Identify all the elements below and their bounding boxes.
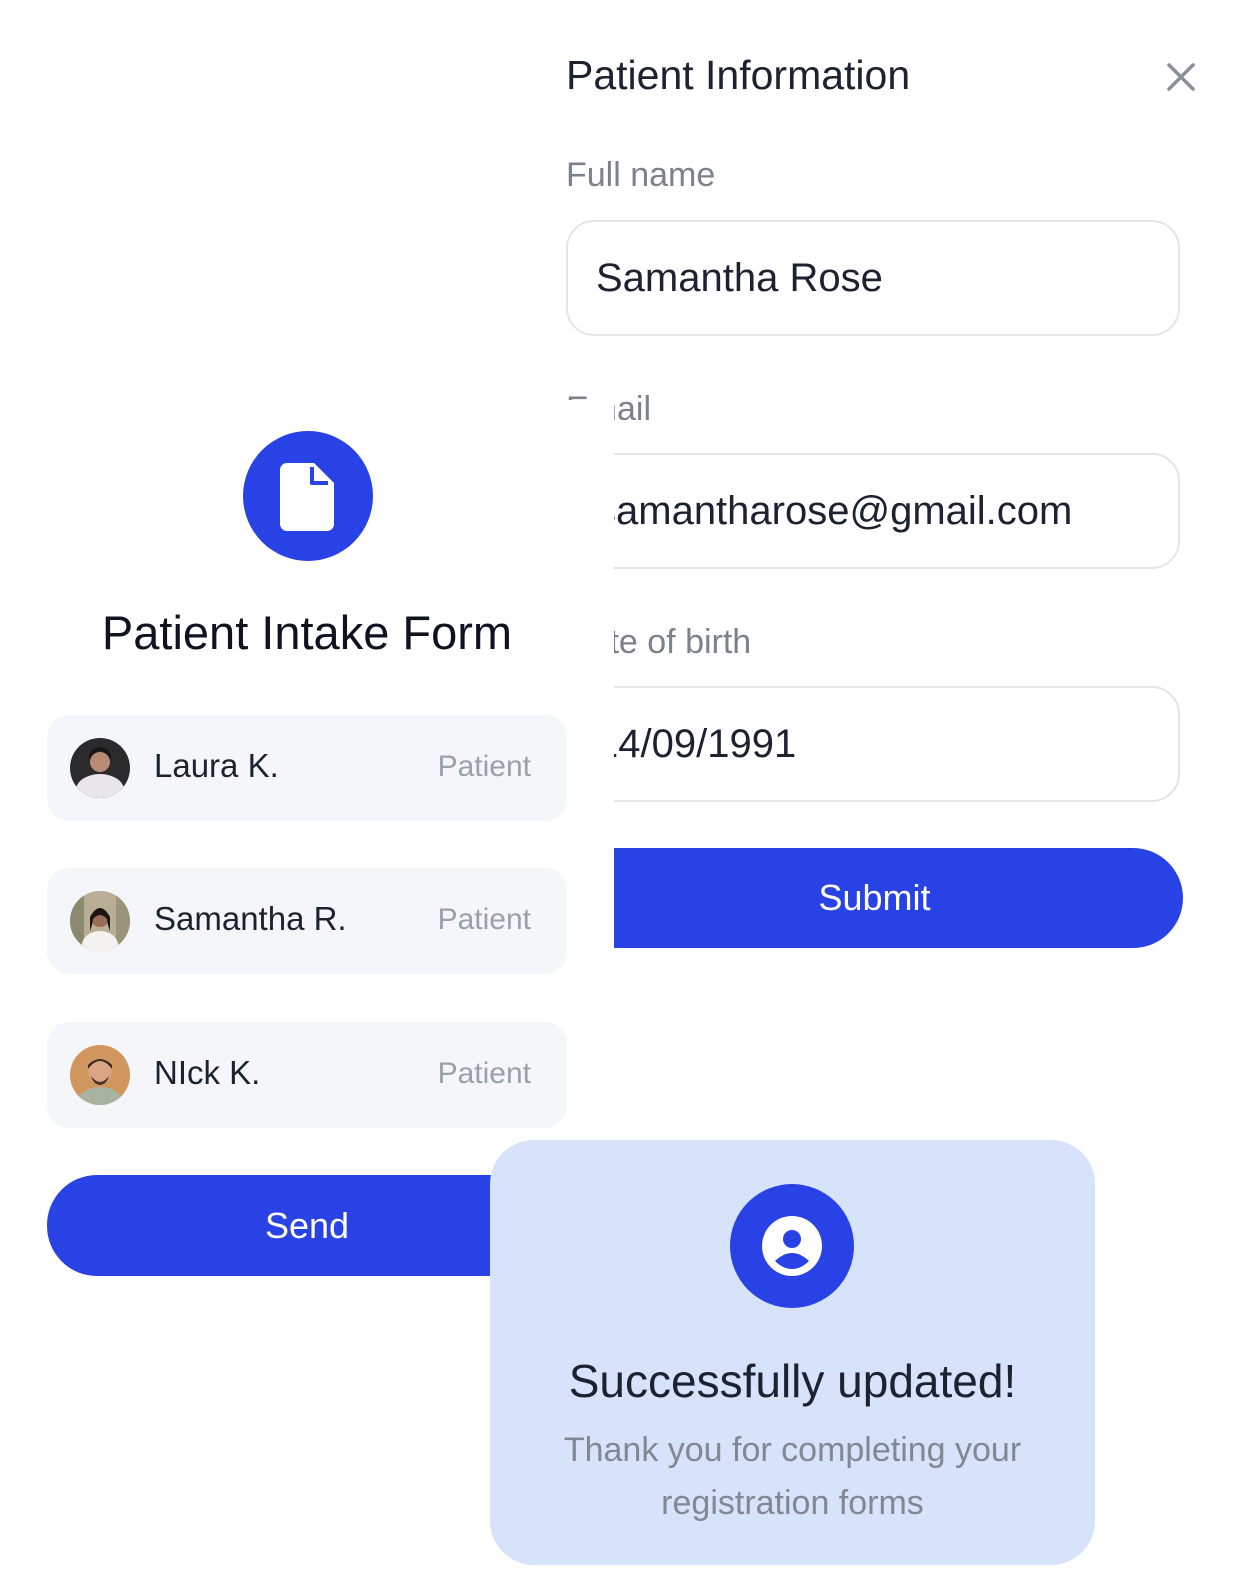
patient-name: Laura K. bbox=[154, 747, 279, 784]
close-icon[interactable] bbox=[1164, 60, 1198, 94]
patient-role: Patient bbox=[437, 750, 531, 783]
send-button[interactable]: Send bbox=[47, 1175, 567, 1276]
submit-button[interactable]: Submit bbox=[566, 848, 1183, 948]
patient-role: Patient bbox=[437, 1057, 531, 1090]
user-badge bbox=[730, 1184, 854, 1308]
email-field[interactable] bbox=[566, 453, 1180, 569]
user-circle-icon bbox=[762, 1216, 822, 1276]
avatar bbox=[70, 891, 130, 951]
patient-row[interactable]: Laura K. Patient bbox=[47, 715, 567, 821]
patient-information-panel: Patient Information Full name Email Date… bbox=[566, 0, 1251, 1000]
document-icon bbox=[280, 463, 334, 531]
success-title: Successfully updated! bbox=[568, 1355, 1017, 1407]
patient-row[interactable]: Samantha R. Patient bbox=[47, 868, 567, 974]
patient-name: Samantha R. bbox=[154, 900, 347, 937]
success-toast: Successfully updated! Thank you for comp… bbox=[490, 1140, 1095, 1565]
patient-role: Patient bbox=[437, 903, 531, 936]
patient-name: NIck K. bbox=[154, 1054, 261, 1091]
date-of-birth-field[interactable] bbox=[566, 686, 1180, 802]
avatar bbox=[70, 738, 130, 798]
full-name-field[interactable] bbox=[566, 220, 1180, 336]
success-message: Thank you for completing your registrati… bbox=[563, 1431, 1022, 1522]
intake-form-title: Patient Intake Form bbox=[101, 606, 513, 659]
panel-title: Patient Information bbox=[566, 52, 911, 98]
patient-row[interactable]: NIck K. Patient bbox=[47, 1022, 567, 1128]
document-badge bbox=[243, 431, 373, 561]
avatar bbox=[70, 1045, 130, 1105]
full-name-label: Full name bbox=[566, 156, 716, 194]
